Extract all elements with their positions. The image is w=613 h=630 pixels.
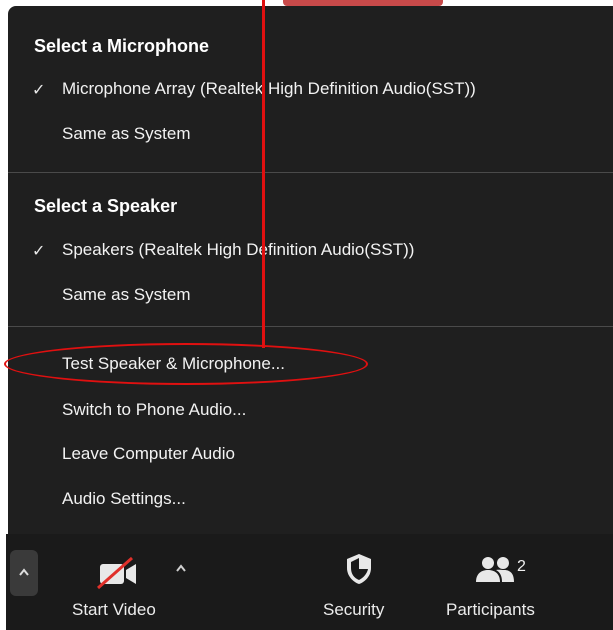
speaker-heading: Select a Speaker — [34, 196, 178, 216]
annotation-line — [262, 0, 265, 348]
start-video-label: Start Video — [72, 600, 156, 619]
divider — [8, 172, 613, 173]
shield-icon — [347, 554, 371, 584]
meeting-toolbar: Start Video Security 2 Participants — [0, 534, 613, 630]
check-icon: ✓ — [32, 243, 46, 260]
participants-label: Participants — [446, 600, 535, 619]
audio-options-caret-button[interactable] — [10, 550, 38, 596]
video-off-icon — [97, 556, 136, 590]
participants-icon — [476, 557, 514, 582]
annotation-ellipse — [4, 343, 368, 385]
chevron-up-icon — [176, 564, 186, 572]
divider — [8, 326, 613, 327]
video-options-caret[interactable] — [175, 560, 187, 576]
microphone-heading: Select a Microphone — [34, 36, 210, 56]
check-icon: ✓ — [32, 82, 46, 99]
microphone-option-same-as-system[interactable]: Same as System — [62, 124, 191, 144]
audio-menu: Select a Microphone ✓ Microphone Array (… — [8, 6, 613, 534]
window-edge — [0, 534, 6, 630]
security-label: Security — [323, 600, 385, 619]
audio-settings-item[interactable]: Audio Settings... — [62, 489, 186, 509]
microphone-option-array[interactable]: Microphone Array (Realtek High Definitio… — [62, 79, 476, 99]
leave-computer-audio-item[interactable]: Leave Computer Audio — [62, 444, 235, 464]
chevron-up-icon — [19, 568, 29, 576]
participant-count-badge: 2 — [517, 558, 526, 575]
speaker-option-speakers[interactable]: Speakers (Realtek High Definition Audio(… — [62, 240, 414, 260]
switch-to-phone-audio-item[interactable]: Switch to Phone Audio... — [62, 400, 246, 420]
speaker-option-same-as-system[interactable]: Same as System — [62, 285, 191, 305]
